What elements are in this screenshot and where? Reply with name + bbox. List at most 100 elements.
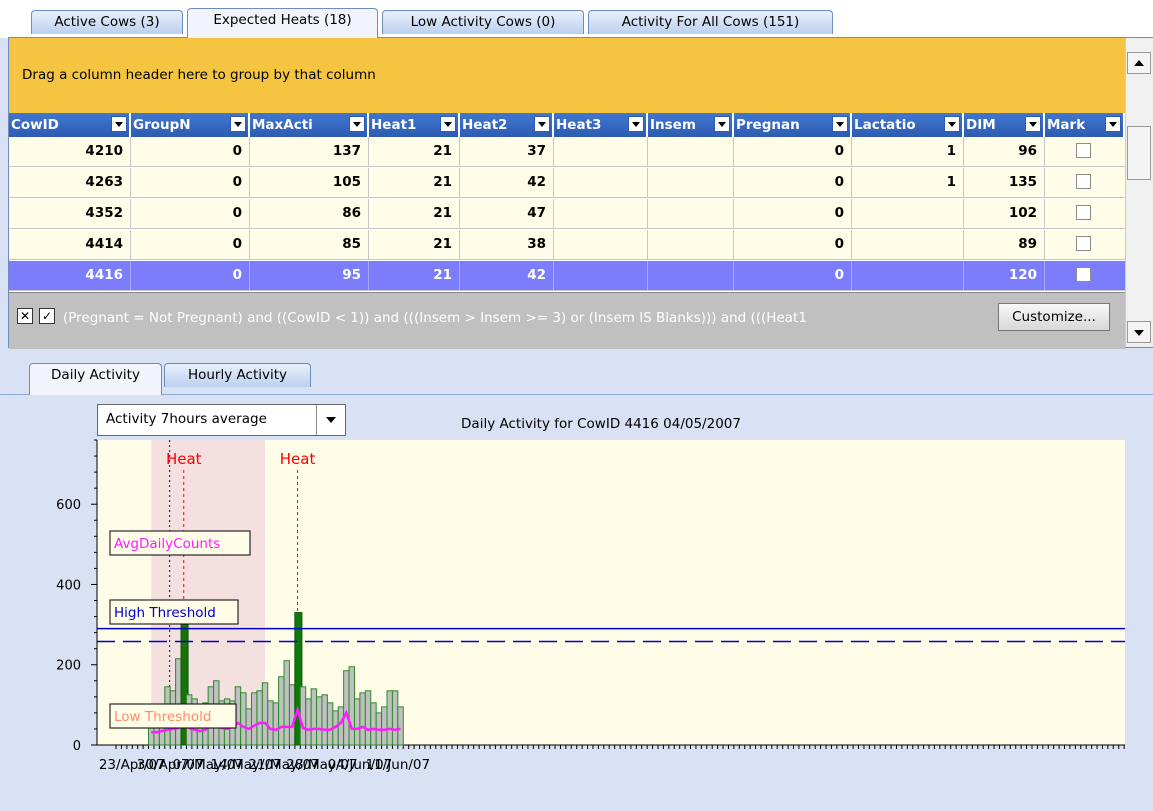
cell-group: 0 — [131, 199, 250, 228]
cell-maxact: 95 — [250, 261, 369, 290]
filter-dropdown-icon[interactable] — [714, 116, 730, 132]
cell-lactation: 1 — [852, 137, 964, 166]
table-row[interactable]: 4263 0 105 21 42 0 1 135 — [9, 168, 1125, 198]
group-by-area[interactable]: Drag a column header here to group by th… — [9, 38, 1125, 114]
filter-dropdown-icon[interactable] — [440, 116, 456, 132]
column-header-groupn[interactable]: GroupN — [131, 113, 250, 137]
tab-expected-heats[interactable]: Expected Heats (18) — [187, 8, 378, 38]
top-tab-strip: Active Cows (3) Expected Heats (18) Low … — [0, 0, 1153, 38]
tab-hourly-activity[interactable]: Hourly Activity — [164, 363, 311, 387]
cell-maxact: 137 — [250, 137, 369, 166]
tab-active-cows[interactable]: Active Cows (3) — [31, 10, 183, 34]
filter-dropdown-icon[interactable] — [534, 116, 550, 132]
cell-lactation — [852, 261, 964, 290]
column-header-label: MaxActi — [252, 117, 313, 133]
column-header-label: DIM — [966, 117, 996, 133]
column-header-maxacti[interactable]: MaxActi — [250, 113, 369, 137]
cell-dim: 120 — [964, 261, 1045, 290]
column-header-heat2[interactable]: Heat2 — [460, 113, 554, 137]
column-header-label: Insem — [650, 117, 696, 133]
chart-tab-strip: Daily Activity Hourly Activity — [0, 357, 1153, 395]
cell-heat3 — [554, 137, 648, 166]
column-header-heat3[interactable]: Heat3 — [554, 113, 648, 137]
activity-type-dropdown[interactable]: Activity 7hours average — [97, 404, 346, 436]
column-header-label: Pregnan — [736, 117, 800, 133]
filter-dropdown-icon[interactable] — [1105, 116, 1121, 132]
cell-pregnant: 0 — [734, 261, 852, 290]
table-row[interactable]: 4210 0 137 21 37 0 1 96 — [9, 137, 1125, 167]
mark-checkbox[interactable] — [1076, 143, 1091, 158]
column-header-insem[interactable]: Insem — [648, 113, 734, 137]
cell-dim: 89 — [964, 230, 1045, 259]
cow-grid: Drag a column header here to group by th… — [8, 37, 1153, 349]
cell-cowid: 4210 — [9, 137, 131, 166]
table-row[interactable]: 4414 0 85 21 38 0 89 — [9, 230, 1125, 260]
table-row[interactable]: 4352 0 86 21 47 0 102 — [9, 199, 1125, 229]
arrow-down-icon — [1134, 330, 1144, 336]
cell-cowid: 4263 — [9, 168, 131, 197]
cell-heat1: 21 — [369, 199, 460, 228]
cell-group: 0 — [131, 261, 250, 290]
mark-checkbox[interactable] — [1076, 174, 1091, 189]
column-header-label: GroupN — [133, 117, 191, 133]
cell-heat3 — [554, 261, 648, 290]
mark-checkbox[interactable] — [1076, 267, 1091, 282]
column-header-mark[interactable]: Mark — [1045, 113, 1125, 137]
filter-dropdown-icon[interactable] — [944, 116, 960, 132]
mark-checkbox[interactable] — [1076, 236, 1091, 251]
mark-checkbox[interactable] — [1076, 205, 1091, 220]
clear-filter-button[interactable]: ✕ — [17, 308, 33, 324]
cell-heat2: 38 — [460, 230, 554, 259]
column-header-label: CowID — [11, 117, 59, 133]
cell-dim: 96 — [964, 137, 1045, 166]
column-header-pregnan[interactable]: Pregnan — [734, 113, 852, 137]
scroll-up-button[interactable] — [1127, 52, 1151, 74]
customize-button[interactable]: Customize... — [998, 303, 1110, 331]
cell-cowid: 4416 — [9, 261, 131, 290]
column-header-heat1[interactable]: Heat1 — [369, 113, 460, 137]
filter-dropdown-icon[interactable] — [628, 116, 644, 132]
column-header-lactatio[interactable]: Lactatio — [852, 113, 964, 137]
filter-dropdown-icon[interactable] — [1025, 116, 1041, 132]
cell-maxact: 105 — [250, 168, 369, 197]
column-header-label: Heat2 — [462, 117, 508, 133]
cell-heat1: 21 — [369, 168, 460, 197]
dropdown-value: Activity 7hours average — [106, 411, 267, 427]
cell-heat3 — [554, 199, 648, 228]
scroll-thumb[interactable] — [1127, 126, 1151, 180]
filter-dropdown-icon[interactable] — [230, 116, 246, 132]
tab-daily-activity[interactable]: Daily Activity — [29, 363, 162, 395]
cell-maxact: 86 — [250, 199, 369, 228]
grid-vertical-scrollbar[interactable] — [1125, 38, 1153, 347]
cell-insem — [648, 199, 734, 228]
cell-pregnant: 0 — [734, 230, 852, 259]
cell-lactation — [852, 230, 964, 259]
cell-lactation — [852, 199, 964, 228]
group-by-hint: Drag a column header here to group by th… — [22, 67, 376, 83]
filter-enabled-checkbox[interactable]: ✓ — [39, 308, 55, 324]
tab-activity-all-cows[interactable]: Activity For All Cows (151) — [588, 10, 833, 34]
filter-dropdown-icon[interactable] — [832, 116, 848, 132]
filter-bar: ✕ ✓ (Pregnant = Not Pregnant) and ((CowI… — [9, 292, 1125, 349]
cell-dim: 102 — [964, 199, 1045, 228]
tab-low-activity-cows[interactable]: Low Activity Cows (0) — [382, 10, 584, 34]
cell-pregnant: 0 — [734, 168, 852, 197]
cell-group: 0 — [131, 168, 250, 197]
arrow-up-icon — [1134, 60, 1144, 66]
cell-heat2: 42 — [460, 168, 554, 197]
column-header-dim[interactable]: DIM — [964, 113, 1045, 137]
cell-heat1: 21 — [369, 137, 460, 166]
chevron-down-icon[interactable] — [316, 405, 345, 435]
filter-expression[interactable]: (Pregnant = Not Pregnant) and ((CowID < … — [63, 310, 993, 326]
cell-heat3 — [554, 168, 648, 197]
scroll-down-button[interactable] — [1127, 321, 1151, 343]
column-header-cowid[interactable]: CowID — [9, 113, 131, 137]
cell-group: 0 — [131, 137, 250, 166]
table-row[interactable]: 4416 0 95 21 42 0 120 — [9, 261, 1125, 291]
filter-dropdown-icon[interactable] — [349, 116, 365, 132]
filter-dropdown-icon[interactable] — [111, 116, 127, 132]
cell-heat2: 42 — [460, 261, 554, 290]
cell-pregnant: 0 — [734, 137, 852, 166]
column-header-label: Mark — [1047, 117, 1086, 133]
cell-heat2: 37 — [460, 137, 554, 166]
